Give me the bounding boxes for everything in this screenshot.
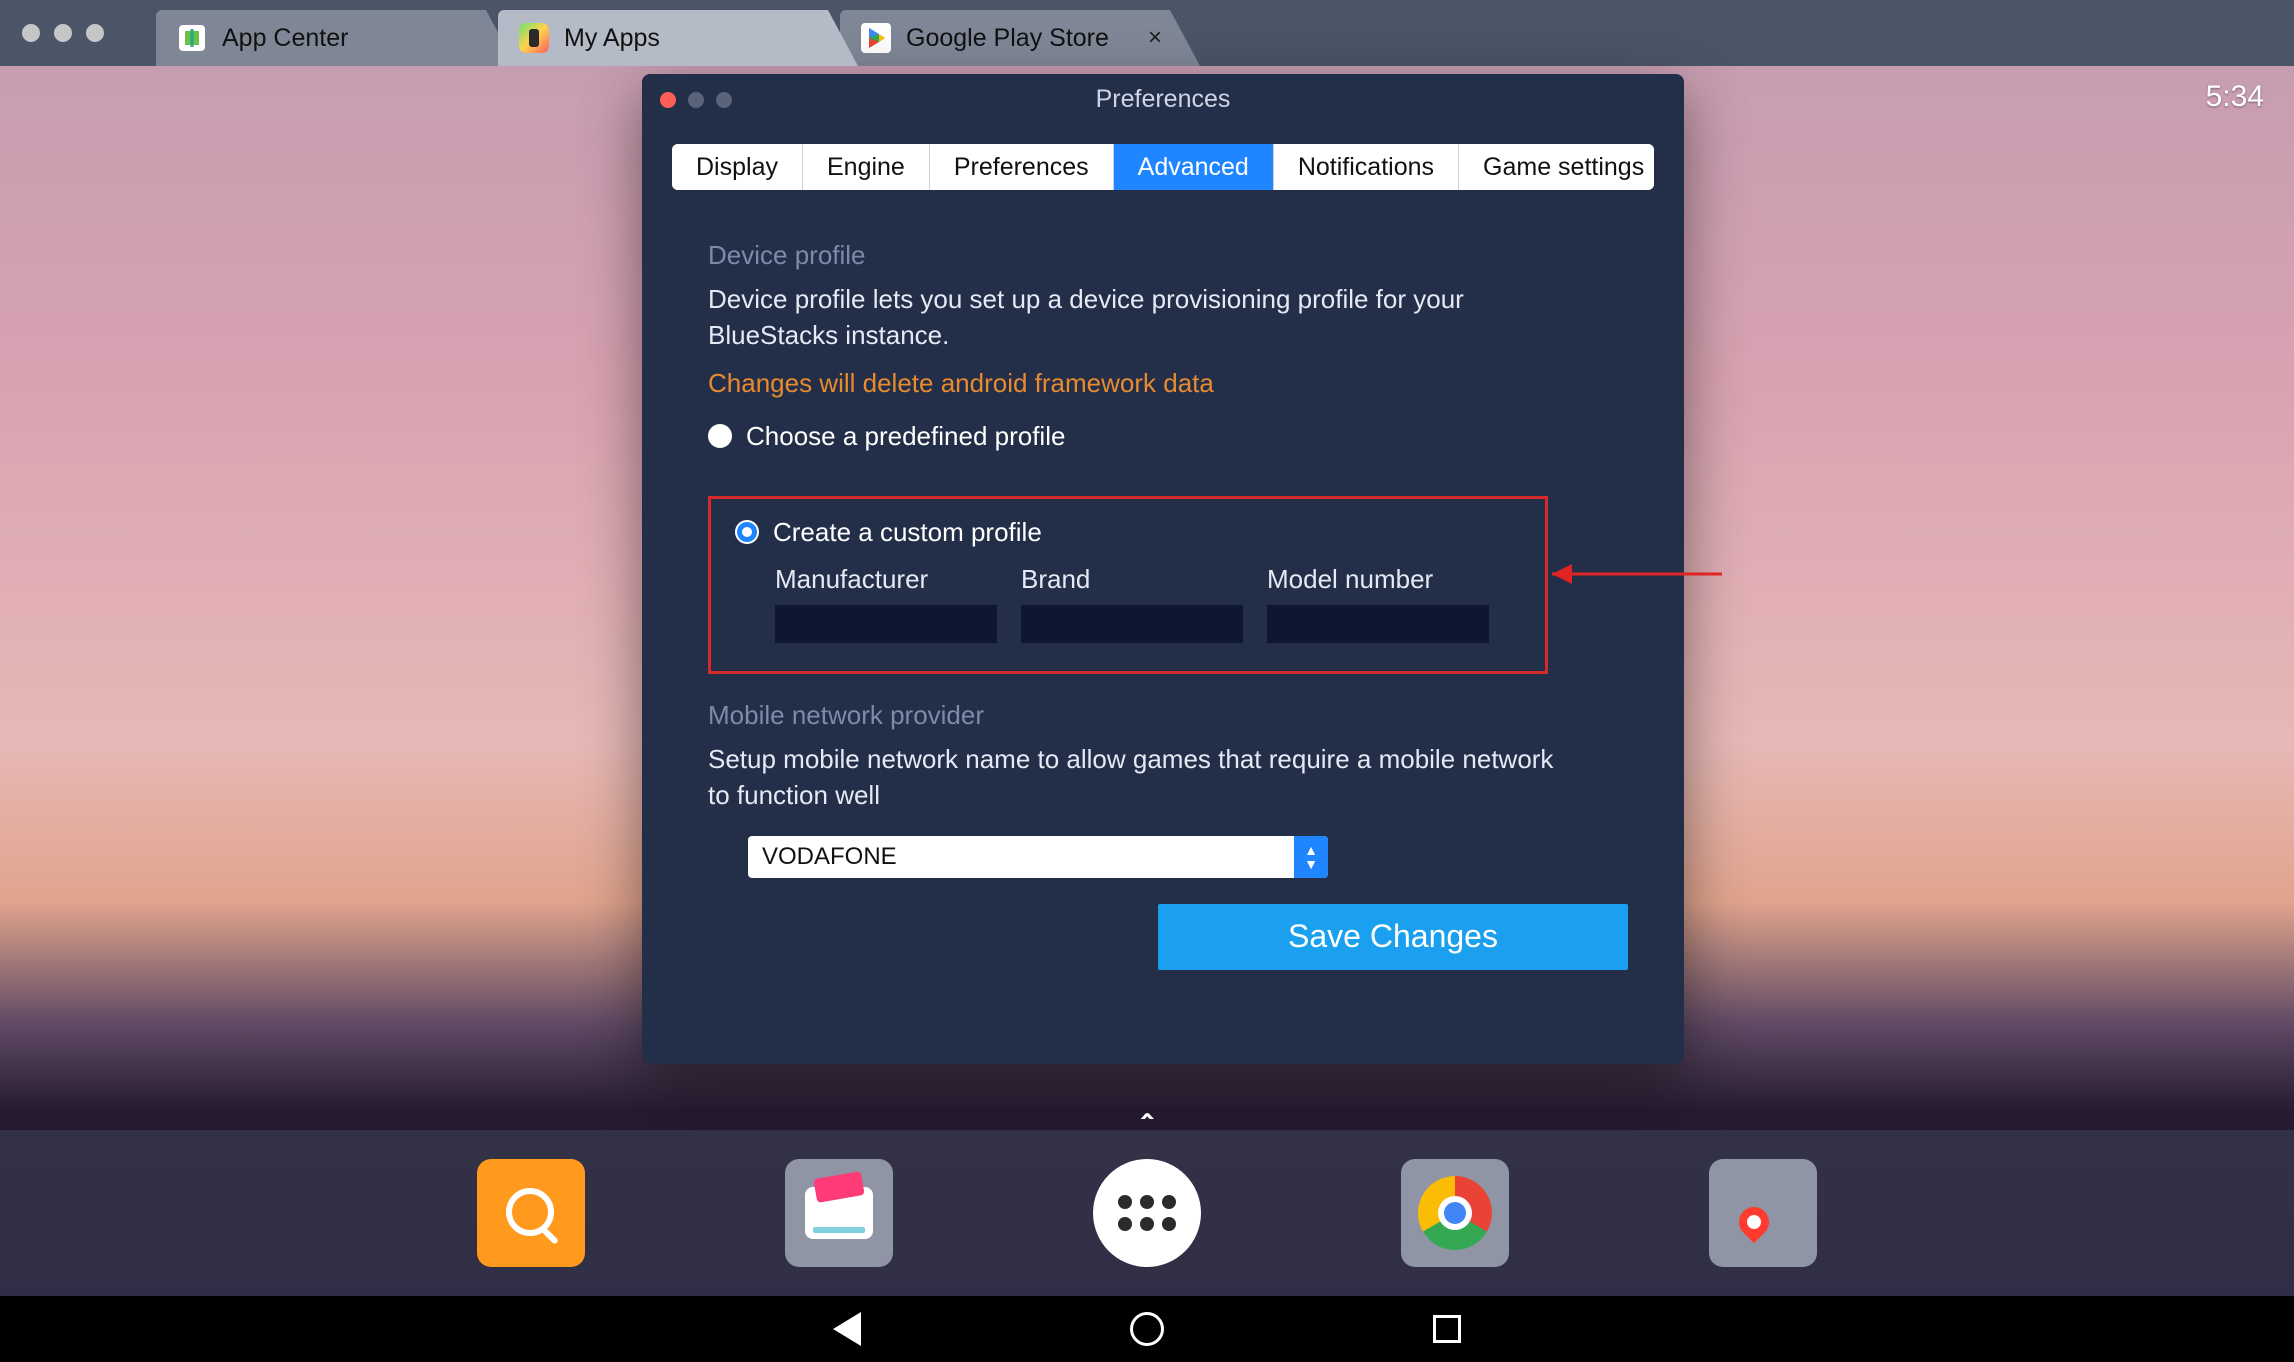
close-icon[interactable]: × xyxy=(1148,24,1162,52)
device-profile-description: Device profile lets you set up a device … xyxy=(708,281,1568,354)
radio-icon[interactable] xyxy=(735,520,759,544)
pref-tab-engine[interactable]: Engine xyxy=(803,144,930,190)
back-icon xyxy=(833,1312,861,1346)
window-minimize-icon[interactable] xyxy=(688,92,704,108)
browser-tabs: App Center My Apps Google Play Store × xyxy=(126,0,1182,66)
pref-tab-label: Notifications xyxy=(1298,153,1434,182)
traffic-minimize-icon[interactable] xyxy=(54,24,72,42)
pref-tab-notifications[interactable]: Notifications xyxy=(1274,144,1459,190)
brand-label: Brand xyxy=(1021,564,1243,595)
recents-icon xyxy=(1433,1315,1461,1343)
pref-tab-label: Engine xyxy=(827,153,905,182)
pref-tab-advanced[interactable]: Advanced xyxy=(1114,144,1274,190)
device-profile-header: Device profile xyxy=(708,240,1618,271)
window-controls xyxy=(660,92,732,108)
android-nav-bar xyxy=(0,1296,2294,1362)
preferences-title: Preferences xyxy=(1096,85,1231,114)
network-provider-select[interactable]: VODAFONE ▲▼ xyxy=(748,836,1328,878)
home-icon xyxy=(1130,1312,1164,1346)
bluestacks-icon xyxy=(518,22,550,54)
pref-tab-display[interactable]: Display xyxy=(672,144,803,190)
pref-tab-label: Preferences xyxy=(954,153,1089,182)
preferences-body: Device profile Device profile lets you s… xyxy=(642,190,1684,970)
dock-app-maps[interactable] xyxy=(1709,1159,1817,1267)
dock-app-search[interactable] xyxy=(477,1159,585,1267)
network-provider-value: VODAFONE xyxy=(748,836,1294,878)
predefined-profile-option[interactable]: Choose a predefined profile xyxy=(708,421,1618,452)
pref-tab-label: Game settings xyxy=(1483,153,1644,182)
window-chrome: App Center My Apps Google Play Store × xyxy=(0,0,2294,66)
traffic-close-icon[interactable] xyxy=(22,24,40,42)
network-header: Mobile network provider xyxy=(708,700,1618,731)
pref-tab-label: Advanced xyxy=(1138,153,1249,182)
dock-app-chrome[interactable] xyxy=(1401,1159,1509,1267)
model-label: Model number xyxy=(1267,564,1489,595)
custom-profile-highlight: Create a custom profile Manufacturer Bra… xyxy=(708,496,1548,674)
predefined-profile-label: Choose a predefined profile xyxy=(746,421,1065,452)
tab-google-play[interactable]: Google Play Store × xyxy=(840,10,1200,66)
custom-profile-label: Create a custom profile xyxy=(773,517,1042,548)
tab-label: My Apps xyxy=(564,24,660,53)
wallet-icon xyxy=(805,1187,873,1239)
pref-tab-game-settings[interactable]: Game settings xyxy=(1459,144,1654,190)
tab-my-apps[interactable]: My Apps xyxy=(498,10,858,66)
radio-icon[interactable] xyxy=(708,424,732,448)
traffic-lights xyxy=(0,0,126,66)
traffic-zoom-icon[interactable] xyxy=(86,24,104,42)
chrome-icon xyxy=(1418,1176,1492,1250)
app-drawer-icon xyxy=(1118,1195,1176,1231)
pref-tab-label: Display xyxy=(696,153,778,182)
save-label: Save Changes xyxy=(1288,918,1498,955)
brand-input[interactable] xyxy=(1021,605,1243,643)
nav-recents-button[interactable] xyxy=(1427,1309,1467,1349)
network-description: Setup mobile network name to allow games… xyxy=(708,741,1568,814)
play-store-icon xyxy=(860,22,892,54)
device-profile-warning: Changes will delete android framework da… xyxy=(708,368,1618,399)
preferences-titlebar[interactable]: Preferences xyxy=(642,74,1684,126)
preferences-window: Preferences Display Engine Preferences A… xyxy=(642,74,1684,1064)
manufacturer-input[interactable] xyxy=(775,605,997,643)
status-bar-clock: 5:34 xyxy=(2206,80,2264,114)
pref-tab-preferences[interactable]: Preferences xyxy=(930,144,1114,190)
tab-label: Google Play Store xyxy=(906,24,1109,53)
search-icon xyxy=(504,1186,558,1240)
model-input[interactable] xyxy=(1267,605,1489,643)
preferences-tab-bar: Display Engine Preferences Advanced Noti… xyxy=(672,144,1654,190)
select-chevron-icon[interactable]: ▲▼ xyxy=(1294,836,1328,878)
window-close-icon[interactable] xyxy=(660,92,676,108)
nav-home-button[interactable] xyxy=(1127,1309,1167,1349)
custom-profile-option[interactable]: Create a custom profile xyxy=(735,517,1521,548)
window-zoom-icon[interactable] xyxy=(716,92,732,108)
tab-app-center[interactable]: App Center xyxy=(156,10,516,66)
tab-label: App Center xyxy=(222,24,348,53)
nav-back-button[interactable] xyxy=(827,1309,867,1349)
save-changes-button[interactable]: Save Changes xyxy=(1158,904,1628,970)
manufacturer-label: Manufacturer xyxy=(775,564,997,595)
dock-app-wallet[interactable] xyxy=(785,1159,893,1267)
app-center-icon xyxy=(176,22,208,54)
dock xyxy=(0,1130,2294,1296)
dock-app-launcher[interactable] xyxy=(1093,1159,1201,1267)
